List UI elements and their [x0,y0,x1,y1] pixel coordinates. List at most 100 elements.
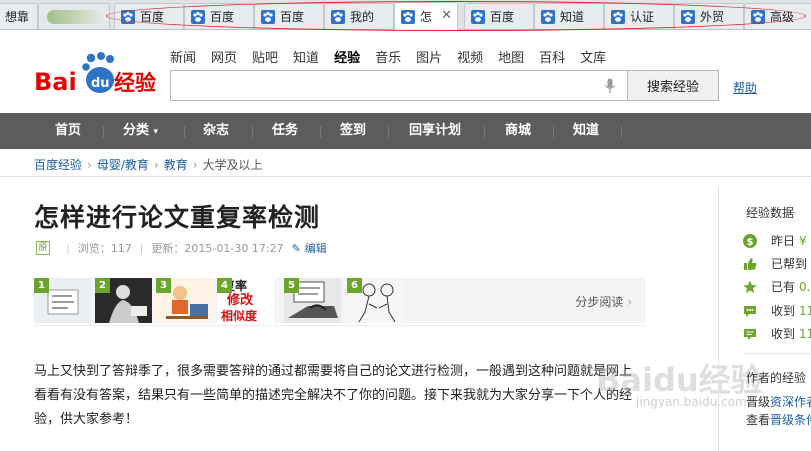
step-number: 5 [284,278,299,293]
close-icon[interactable]: ✕ [441,8,452,23]
topnav-news[interactable]: 新闻 [170,47,196,66]
tab-2[interactable]: 百度 [184,3,254,29]
nav-magazine[interactable]: 杂志 [203,113,229,149]
step-thumb[interactable]: 2 [95,278,152,323]
nav-divider [621,126,622,138]
tab-1[interactable]: 百度 [114,3,184,29]
search-input[interactable] [170,70,628,101]
upgrade-conditions-link[interactable]: 晋级条件 [770,413,811,427]
topnav-map[interactable]: 地图 [498,47,524,66]
topnav-baike[interactable]: 百科 [539,47,565,66]
help-link[interactable]: 帮助 [733,79,757,96]
breadcrumb: 百度经验 › 母婴/教育 › 教育 › 大学及以上 [34,156,263,173]
breadcrumb-jingyan[interactable]: 百度经验 [34,156,82,173]
paw-icon [401,9,415,24]
stat-value: 11 [799,303,811,318]
nav-divider [184,126,185,138]
main-nav-bar: 首页 分类 ▾ 杂志 任务 签到 回享计划 商城 知道 [0,113,811,149]
stat-label: 收到 [771,304,796,318]
meta-divider: | [139,241,144,255]
stat-value: 0. [799,279,811,294]
stat-label: 昨日 [771,234,796,248]
nav-divider [252,126,253,138]
step-number: 1 [34,278,49,293]
nav-zhidao[interactable]: 知道 [573,113,599,149]
nav-checkin[interactable]: 签到 [340,113,366,149]
tab-title: 外贸 [700,10,725,24]
tab-9[interactable]: 外贸 [674,3,744,29]
topnav-jingyan[interactable]: 经验 [334,47,360,66]
author-upgrade-line: 查看晋级条件 [746,411,811,428]
baidu-jingyan-logo[interactable]: Bai du 经验 [34,52,158,98]
paw-icon [751,9,765,24]
stat-row: 已有 0. [743,278,810,295]
edit-link[interactable]: 编辑 [305,240,327,256]
stat-value: 11 [799,326,811,341]
chevron-right-icon: › [192,157,198,172]
chevron-right-icon: › [87,157,92,172]
paw-icon [611,9,625,24]
step-thumb[interactable]: 复率 修改 相似度 4 [217,278,274,323]
step-reading-link[interactable]: 分步阅读 › [575,293,632,310]
breadcrumb-education[interactable]: 教育 [164,156,188,173]
step-number: 4 [217,278,232,293]
step-thumb[interactable]: 5 [284,278,341,323]
paw-icon [121,9,135,24]
tab-3[interactable]: 百度 [254,3,324,29]
tab-7[interactable]: 知道 [534,3,604,29]
tab-title: 百度 [140,10,165,24]
caret-down-icon: ▾ [153,127,159,137]
blurred-favicon [47,9,107,24]
step-thumb[interactable]: 3 [156,278,213,323]
tab-6[interactable]: 百度 [464,3,534,29]
topnav-tieba[interactable]: 贴吧 [252,47,278,66]
tab-title: 认证 [630,10,655,24]
nav-tasks[interactable]: 任务 [272,113,298,149]
microphone-icon[interactable] [604,78,616,94]
nav-share-plan[interactable]: 回享计划 [409,113,461,149]
tab-title: 百度 [210,10,235,24]
tab-4[interactable]: 我的 [324,3,394,29]
author-level-prefix: 晋级 [746,395,771,409]
sidebar-divider [743,353,811,354]
tab-title: 想靠 [5,10,30,24]
tab-title: 我的 [350,10,375,24]
step-text-line: 相似度 [221,309,258,323]
updated-time: 更新：2015-01-30 17:27 [151,242,284,255]
views-count: 浏览：117 [77,242,132,255]
step-number: 3 [156,278,171,293]
original-badge: 原 [36,241,50,255]
step-thumb[interactable]: 6 [347,278,404,323]
step-number: 6 [347,278,362,293]
topnav-music[interactable]: 音乐 [375,47,401,66]
author-level-link[interactable]: 资深作者 [770,395,811,409]
author-level-line: 晋级资深作者 [746,393,811,410]
topnav-images[interactable]: 图片 [416,47,442,66]
meta-divider: | [66,241,70,255]
tab-0[interactable]: 想靠 [0,3,38,29]
nav-mall[interactable]: 商城 [505,113,531,149]
topnav-wenku[interactable]: 文库 [580,47,606,66]
author-upgrade-prefix: 查看 [746,413,771,427]
topnav-web[interactable]: 网页 [211,47,237,66]
stat-row: 收到 11 [743,302,811,319]
step-thumb[interactable]: 1 [34,278,91,323]
search-button[interactable]: 搜索经验 [628,70,719,101]
tab-8[interactable]: 认证 [604,3,674,29]
nav-home[interactable]: 首页 [55,113,81,149]
sidebar: 经验数据 $ 昨日 ¥ 已帮到 已有 0. 收到 11 收到 11 作者的经验 … [718,186,811,451]
topnav-video[interactable]: 视频 [457,47,483,66]
step-thumbnail-strip: 1 2 3 复率 修改 相似度 4 5 6 分步阅读 › [34,278,646,323]
tab-10[interactable]: 高级 [744,3,811,29]
coin-icon: $ [743,233,757,248]
nav-category-label: 分类 [123,123,150,138]
nav-category[interactable]: 分类 ▾ [123,113,158,149]
stat-label: 已帮到 [771,257,808,271]
breadcrumb-parenting[interactable]: 母婴/教育 [97,156,149,173]
paw-icon [541,9,555,24]
stat-row: 已帮到 [743,255,807,272]
tab-active[interactable]: 怎 ✕ [394,2,458,30]
topnav-zhidao[interactable]: 知道 [293,47,319,66]
paw-icon [331,9,345,24]
tab-blurred[interactable] [38,3,110,29]
